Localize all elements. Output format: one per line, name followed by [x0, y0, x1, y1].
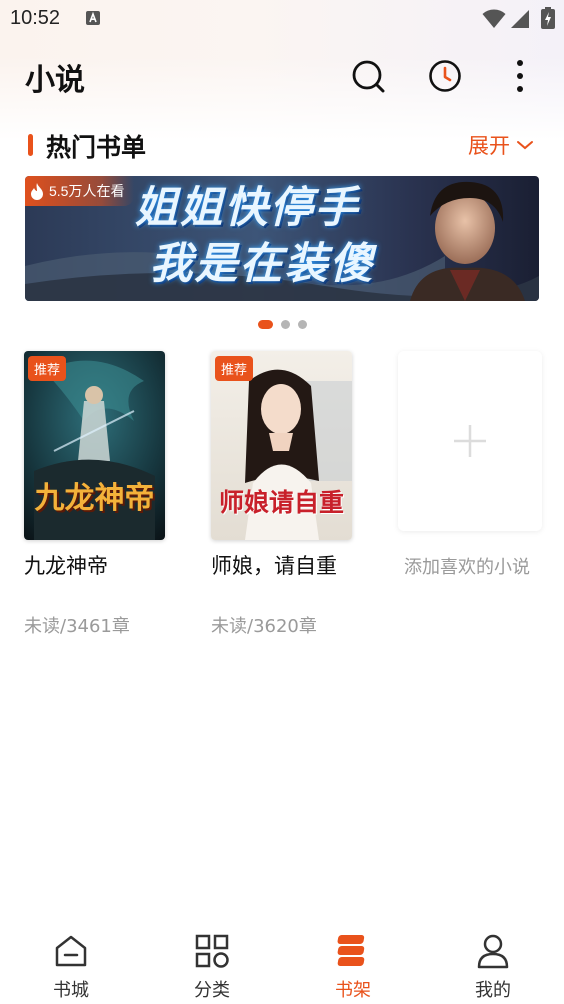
cell-signal-icon: [510, 9, 530, 33]
bottom-nav: 书城 分类 书架 我的: [0, 922, 564, 1004]
nav-label: 分类: [194, 980, 230, 1001]
chevron-down-icon: [517, 141, 533, 150]
reading-history-button[interactable]: [427, 58, 463, 94]
section-accent-bar: [28, 134, 33, 156]
nav-tab-bookshelf[interactable]: 书架: [308, 932, 398, 1002]
more-vertical-icon: [517, 60, 523, 92]
add-novel-card[interactable]: [398, 351, 542, 531]
carousel-dot[interactable]: [281, 320, 290, 329]
clock-icon: [429, 60, 461, 92]
nav-label: 书城: [53, 980, 89, 1001]
recommend-badge: 推荐: [215, 356, 254, 381]
nav-label: 我的: [475, 980, 511, 1001]
battery-charging-icon: [541, 7, 555, 33]
status-time: 10:52: [10, 7, 61, 29]
home-icon: [55, 935, 87, 967]
carousel-dot[interactable]: [298, 320, 307, 329]
wifi-icon: [482, 9, 506, 33]
more-options-button[interactable]: [502, 58, 538, 94]
flame-icon: [31, 183, 43, 200]
book-item[interactable]: 师娘请自重 推荐 师娘，请自重 未读/3620章: [211, 351, 361, 637]
cover-title: 师娘请自重: [218, 488, 344, 517]
book-title[interactable]: 师娘，请自重: [211, 550, 337, 580]
cover-title: 九龙神帝: [34, 481, 155, 516]
category-grid-icon: [195, 934, 229, 968]
viewers-count: 5.5万人在看: [49, 183, 125, 199]
plus-icon: [454, 425, 486, 457]
search-icon: [352, 60, 385, 93]
expand-label: 展开: [468, 134, 510, 158]
carousel-indicator: [258, 320, 307, 329]
book-title[interactable]: 九龙神帝: [24, 550, 108, 580]
expand-button[interactable]: 展开: [468, 130, 534, 160]
carousel-dot-active[interactable]: [258, 320, 273, 329]
search-button[interactable]: [350, 58, 386, 94]
page-title: 小说: [25, 63, 85, 98]
banner-title-line-2: 我是在装傻: [149, 239, 375, 289]
notification-a-icon: [86, 11, 100, 25]
viewers-badge: 5.5万人在看: [25, 176, 135, 206]
section-title: 热门书单: [46, 133, 147, 162]
book-item[interactable]: 九龙神帝 推荐 九龙神帝 未读/3461章: [24, 351, 174, 637]
nav-label: 书架: [335, 980, 371, 1001]
status-bar: 10:52: [0, 0, 564, 38]
nav-tab-category[interactable]: 分类: [167, 932, 257, 1002]
book-cover[interactable]: 九龙神帝 推荐: [24, 351, 165, 540]
promo-banner[interactable]: 姐姐快停手 我是在装傻 5.5万人在看: [25, 176, 539, 301]
profile-icon: [477, 934, 509, 969]
nav-tab-bookstore[interactable]: 书城: [26, 932, 116, 1002]
book-progress: 未读/3461章: [24, 616, 130, 637]
bookshelf-icon: [337, 935, 365, 966]
book-cover[interactable]: 师娘请自重 推荐: [211, 351, 352, 540]
add-novel-label: 添加喜欢的小说: [404, 557, 530, 578]
book-progress: 未读/3620章: [211, 616, 317, 637]
nav-tab-profile[interactable]: 我的: [448, 932, 538, 1002]
recommend-badge: 推荐: [28, 356, 67, 381]
